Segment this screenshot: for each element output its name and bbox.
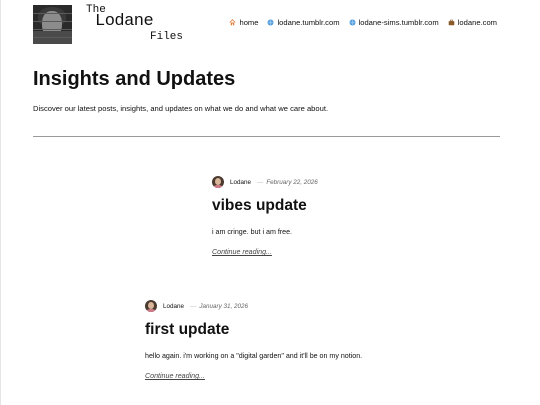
logo-stripe [33,37,72,38]
logo-line-files: Files [150,31,184,43]
avatar-shoulders [213,185,223,188]
globe-icon [267,19,274,26]
nav-link-home[interactable]: home [229,18,258,27]
avatar-face [148,302,154,309]
home-icon [229,19,237,26]
author-avatar[interactable] [145,300,157,312]
nav-link-lodane-sims-tumblr[interactable]: lodane-sims.tumblr.com [349,18,439,27]
nav-label: lodane.com [457,18,497,27]
post-excerpt: hello again. i'm working on a "digital g… [145,352,363,360]
divider [33,136,500,137]
main-nav: home lodane.tumblr.com lodane-sims.tumbl… [229,18,497,27]
page-title: Insights and Updates [33,68,236,90]
nav-label: home [239,18,259,27]
briefcase-icon [448,19,455,26]
post-card: Lodane — January 31, 2026 first update h… [145,300,362,383]
logo-stripe [33,29,72,30]
nav-label: lodane-sims.tumblr.com [358,18,439,27]
post-author[interactable]: Lodane [230,179,251,186]
site-logo-text[interactable]: The Lodane Files [82,4,192,44]
nav-link-lodane-tumblr[interactable]: lodane.tumblr.com [267,18,340,27]
avatar-shoulders [146,309,156,312]
author-avatar[interactable] [212,176,224,188]
continue-reading-link[interactable]: Continue reading... [145,372,205,380]
site-logo-image[interactable] [33,5,72,44]
post-title[interactable]: vibes update [212,197,318,215]
meta-separator: — [257,178,264,186]
globe-icon [349,19,356,26]
post-card: Lodane — February 22, 2026 vibes update … [212,176,318,259]
meta-separator: — [190,302,197,310]
post-title[interactable]: first update [145,321,362,339]
page-description: Discover our latest posts, insights, and… [33,104,329,113]
post-date[interactable]: February 22, 2026 [266,179,317,186]
site-header: The Lodane Files home lodane.tumblr.com [0,0,540,48]
nav-link-lodane-com[interactable]: lodane.com [448,18,497,27]
page-edge [0,0,1,405]
nav-label: lodane.tumblr.com [277,18,340,27]
logo-line-lodane: Lodane [95,12,154,31]
avatar-face [215,178,221,185]
post-excerpt: i am cringe. but i am free. [212,228,293,236]
post-author[interactable]: Lodane [163,303,184,310]
logo-stripe [33,13,72,14]
post-date[interactable]: January 31, 2026 [199,303,248,310]
continue-reading-link[interactable]: Continue reading... [212,248,272,256]
logo-stripe [33,21,72,22]
post-meta: Lodane — January 31, 2026 [145,300,362,312]
post-meta: Lodane — February 22, 2026 [212,176,318,188]
